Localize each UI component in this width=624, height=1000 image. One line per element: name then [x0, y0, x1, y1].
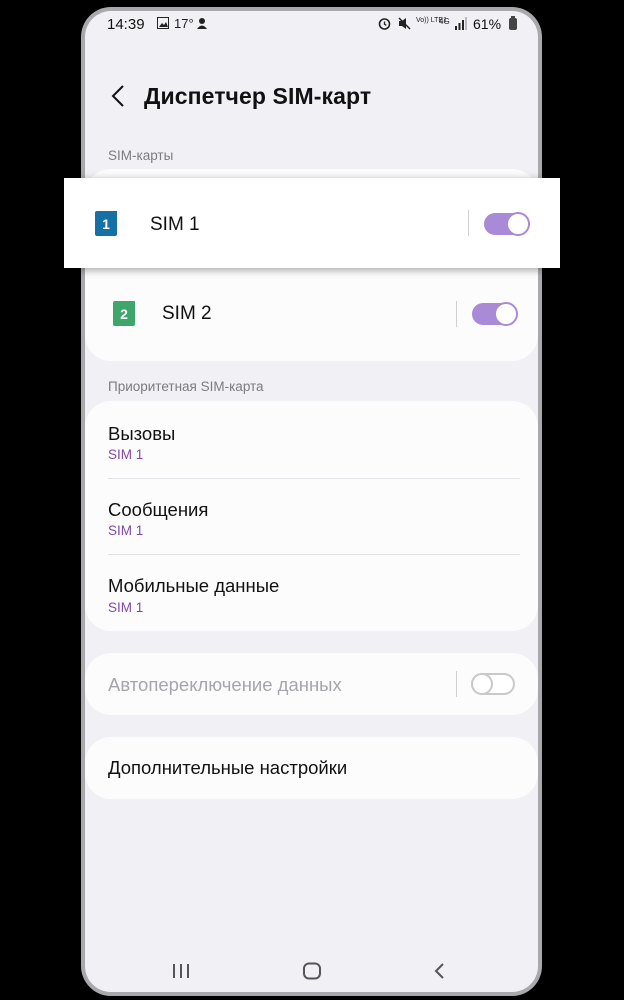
back-button[interactable] — [103, 81, 133, 111]
priority-calls-row[interactable]: Вызовы SIM 1 — [85, 401, 538, 477]
screen: 14:39 17° Vo)) LTE1 4G 61% Диспетчер SIM… — [85, 11, 538, 992]
sim-2-toggle[interactable] — [472, 302, 518, 326]
status-bar: 14:39 17° Vo)) LTE1 4G 61% — [85, 11, 538, 37]
sim-1-badge-icon: 1 — [95, 211, 117, 236]
priority-messages-value: SIM 1 — [108, 523, 144, 538]
sim-1-row[interactable]: 1 SIM 1 — [64, 178, 560, 268]
sim-1-toggle[interactable] — [484, 212, 530, 236]
mute-icon — [398, 17, 411, 33]
sim-2-label: SIM 2 — [162, 303, 212, 324]
section-label-sim-cards: SIM-карты — [108, 148, 174, 163]
priority-calls-value: SIM 1 — [108, 447, 144, 462]
priority-mobile-data-value: SIM 1 — [108, 600, 144, 615]
sim-2-badge-icon: 2 — [113, 301, 135, 326]
sim-1-label: SIM 1 — [150, 214, 200, 235]
divider — [456, 301, 457, 327]
temperature-text: 17° — [174, 16, 194, 31]
priority-mobile-data-row[interactable]: Мобильные данные SIM 1 — [85, 555, 538, 631]
alarm-icon — [378, 17, 391, 33]
home-icon[interactable] — [302, 962, 322, 985]
divider — [456, 671, 457, 697]
chevron-left-icon — [111, 85, 124, 107]
page-title: Диспетчер SIM-карт — [144, 83, 372, 109]
sim-2-row[interactable]: 2 SIM 2 — [85, 277, 538, 349]
recents-icon[interactable] — [171, 963, 191, 984]
priority-card: Вызовы SIM 1 Сообщения SIM 1 Мобильные д… — [85, 401, 538, 631]
navigation-bar — [85, 951, 538, 991]
more-settings-card[interactable]: Дополнительные настройки — [85, 737, 538, 799]
status-time: 14:39 — [107, 16, 145, 33]
auto-switch-card[interactable]: Автопереключение данных — [85, 653, 538, 715]
section-label-priority-sim: Приоритетная SIM-карта — [108, 379, 264, 394]
signal-icon — [454, 17, 467, 33]
notification-icon — [196, 17, 208, 33]
priority-messages-title: Сообщения — [108, 499, 209, 520]
priority-calls-title: Вызовы — [108, 423, 176, 444]
priority-messages-row[interactable]: Сообщения SIM 1 — [85, 479, 538, 555]
gallery-icon — [157, 17, 169, 32]
auto-switch-toggle[interactable] — [471, 673, 515, 695]
more-settings-label: Дополнительные настройки — [108, 757, 348, 778]
auto-switch-label: Автопереключение данных — [108, 674, 342, 695]
battery-icon — [509, 16, 517, 30]
back-nav-icon[interactable] — [433, 962, 447, 985]
divider — [468, 210, 469, 236]
4g-icon: 4G — [439, 17, 450, 26]
priority-mobile-data-title: Мобильные данные — [108, 575, 280, 596]
battery-percent: 61% — [473, 16, 502, 32]
